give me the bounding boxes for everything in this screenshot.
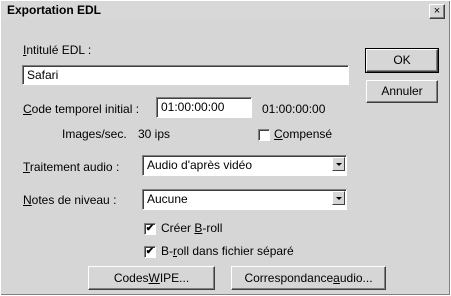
edl-title-value: Safari	[27, 68, 59, 82]
edl-title-input[interactable]: Safari	[22, 65, 349, 85]
compensated-label: Compensé	[274, 127, 333, 141]
broll-separate-checkbox[interactable]: ✔	[144, 246, 156, 258]
fps-value: 30 ips	[138, 127, 171, 141]
ok-button[interactable]: OK	[365, 48, 439, 73]
check-icon: ✔	[145, 223, 155, 234]
title-bar: Exportation EDL ×	[2, 2, 449, 20]
dialog-title: Exportation EDL	[7, 3, 102, 17]
broll-separate-label: B-roll dans fichier séparé	[161, 244, 294, 258]
cancel-button[interactable]: Annuler	[366, 80, 438, 103]
timecode-value: 01:00:00:00	[161, 100, 225, 114]
wipe-codes-button[interactable]: Codes WIPE...	[88, 266, 215, 290]
audio-processing-dropdown[interactable]: Audio d'après vidéo	[142, 155, 347, 176]
create-broll-label: Créer B-roll	[161, 221, 223, 235]
close-icon: ×	[433, 5, 441, 17]
compensated-checkbox[interactable]	[258, 129, 270, 141]
fps-label: Images/sec.	[62, 127, 127, 141]
audio-match-button[interactable]: Correspondance audio...	[231, 266, 386, 290]
export-edl-dialog: Exportation EDL × Intitulé EDL : Safari …	[0, 0, 451, 296]
timecode-input[interactable]: 01:00:00:00	[156, 97, 252, 118]
chevron-down-icon[interactable]	[332, 191, 345, 205]
edl-title-label: Intitulé EDL :	[23, 43, 92, 57]
timecode-display: 01:00:00:00	[262, 102, 326, 116]
create-broll-checkbox[interactable]: ✔	[144, 223, 156, 235]
timecode-label: Code temporel initial :	[23, 102, 140, 116]
level-notes-label: Notes de niveau :	[23, 193, 117, 207]
close-button[interactable]: ×	[429, 4, 445, 19]
audio-processing-value: Audio d'après vidéo	[147, 158, 253, 172]
level-notes-dropdown[interactable]: Aucune	[142, 189, 347, 210]
check-icon: ✔	[145, 246, 155, 257]
chevron-down-icon[interactable]	[332, 157, 345, 171]
level-notes-value: Aucune	[147, 192, 188, 206]
audio-processing-label: Traitement audio :	[23, 160, 120, 174]
